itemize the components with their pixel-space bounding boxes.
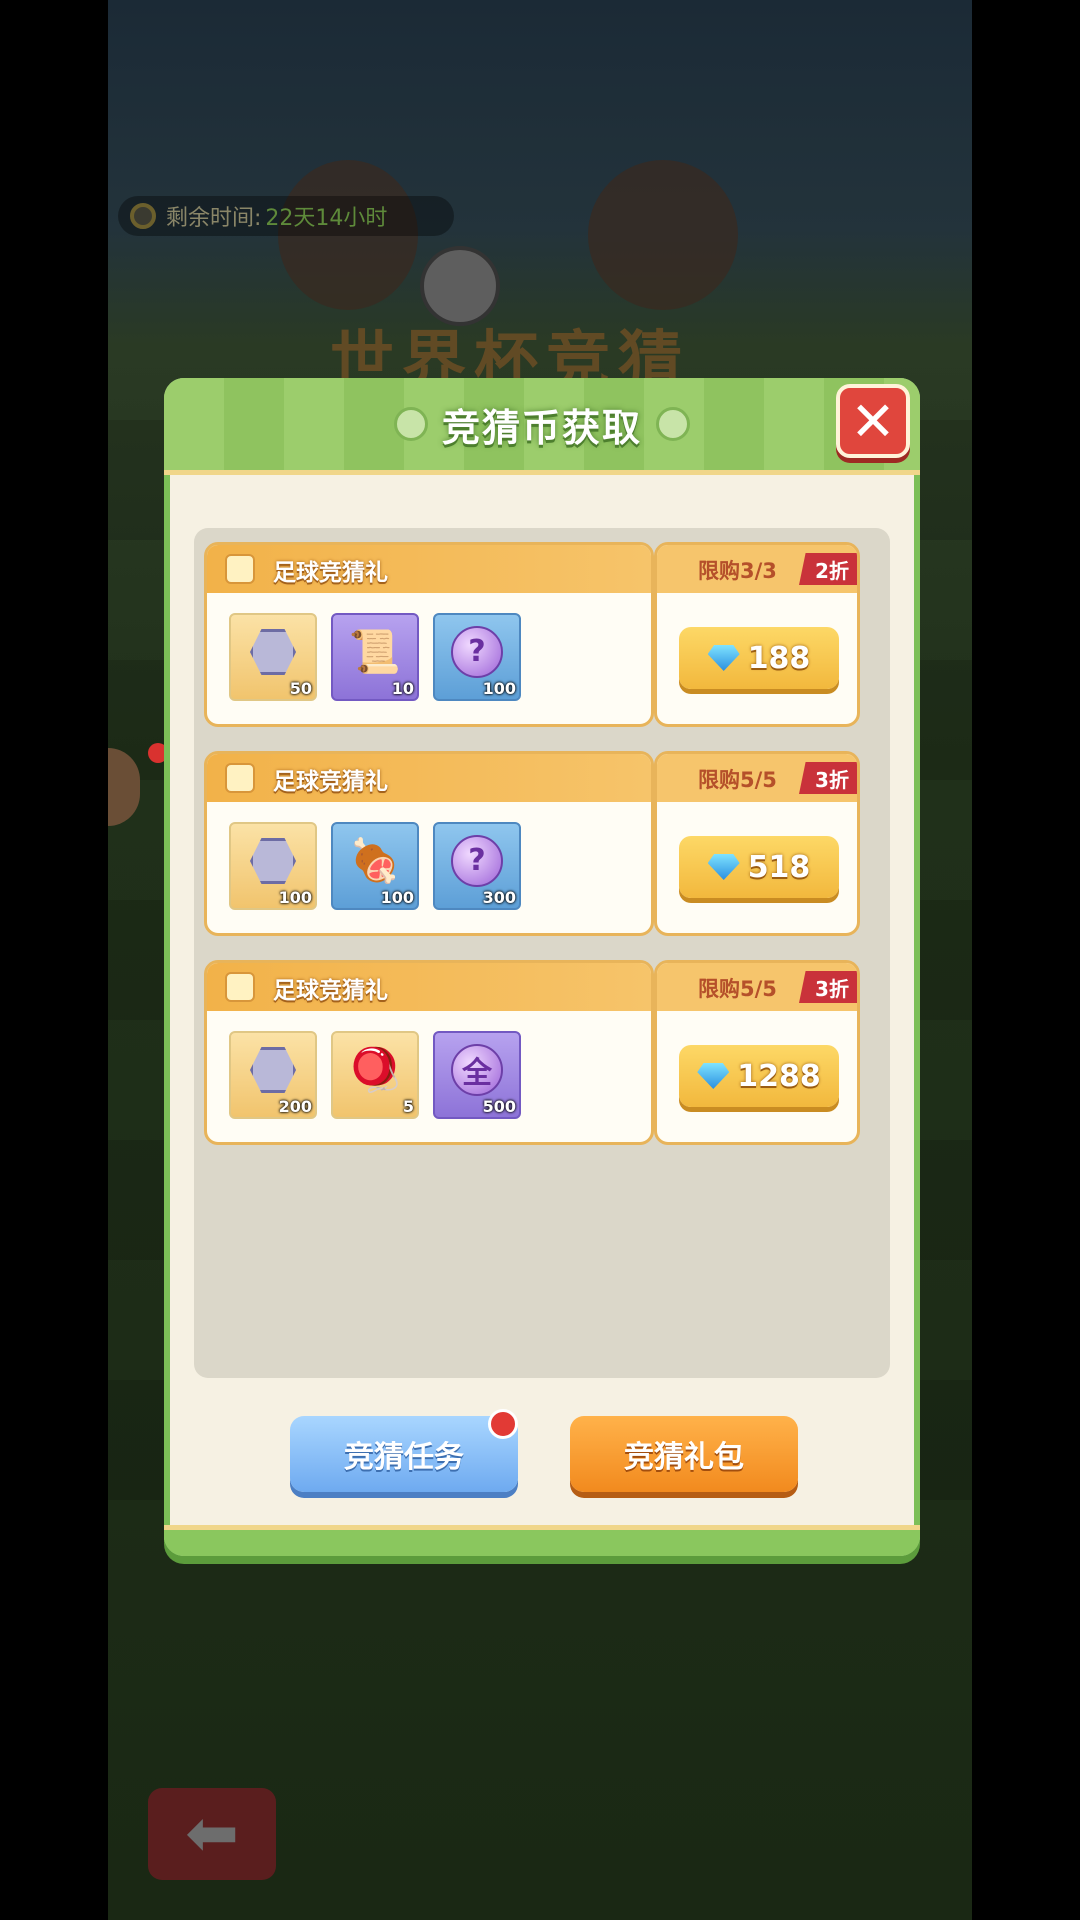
arrow-left-icon: ⬅ [185, 1797, 239, 1871]
buy-button[interactable]: 188 [679, 627, 839, 689]
gift-icon [225, 763, 255, 793]
gift-icon [225, 554, 255, 584]
guess-gift-pack-button[interactable]: 竞猜礼包 [570, 1416, 798, 1492]
discount-badge: 2折 [799, 553, 857, 585]
dialog-title: 竞猜币获取 [441, 405, 642, 450]
close-button[interactable]: ✕ [836, 384, 910, 458]
soccer-ball-icon [393, 407, 428, 441]
purchase-limit: 限购3/3 [698, 559, 777, 583]
pack-purchase: 限购5/5 3折 1288 [654, 960, 860, 1145]
hexagon-coin-icon [250, 837, 296, 884]
dialog-footer [164, 1525, 920, 1556]
item-quantity: 100 [482, 679, 516, 698]
reward-item[interactable]: ? 300 [433, 822, 521, 910]
item-quantity: 100 [278, 888, 312, 907]
close-icon: ✕ [850, 389, 896, 453]
remaining-time: 剩余时间: 22天14小时 [118, 196, 454, 236]
timer-value: 22天14小时 [265, 206, 388, 231]
hexagon-coin-icon [250, 628, 296, 675]
price: 188 [747, 640, 811, 676]
timer-label: 剩余时间: [166, 206, 262, 231]
reward-item[interactable]: 全 500 [433, 1031, 521, 1119]
item-quantity: 100 [380, 888, 414, 907]
all-orb-icon: 全 [451, 1043, 503, 1096]
pack-name: 足球竞猜礼 [273, 769, 388, 795]
mystery-orb-icon: ? [451, 834, 503, 887]
reward-items: 200 🪀 5 全 500 [229, 1031, 521, 1119]
purchase-limit: 限购5/5 [698, 977, 777, 1001]
pack-name: 足球竞猜礼 [273, 978, 388, 1004]
diamond-icon [707, 854, 740, 880]
buy-button[interactable]: 1288 [679, 1045, 839, 1107]
item-quantity: 200 [278, 1097, 312, 1116]
mystery-orb-icon: ? [451, 625, 503, 678]
pack-purchase: 限购3/3 2折 188 [654, 542, 860, 727]
character-right [588, 160, 738, 310]
item-quantity: 5 [402, 1097, 414, 1116]
reward-item[interactable]: 🍖 100 [331, 822, 419, 910]
item-quantity: 300 [482, 888, 516, 907]
soccer-ball-icon [656, 407, 690, 441]
reward-item[interactable]: 200 [229, 1031, 317, 1119]
pack-contents: 足球竞猜礼 100 🍖 100? 300 [204, 751, 654, 936]
pack-card: 足球竞猜礼 50 📜 10? 100 限购3/3 2折 188 [204, 542, 860, 727]
diamond-icon [697, 1063, 730, 1089]
pack-contents: 足球竞猜礼 200 🪀 5 全 500 [204, 960, 654, 1145]
pack-card: 足球竞猜礼 200 🪀 5 全 500 限购5/5 3折 1288 [204, 960, 860, 1145]
meat-icon: 🍖 [348, 835, 402, 885]
clock-icon [130, 203, 156, 229]
pack-card: 足球竞猜礼 100 🍖 100? 300 限购5/5 3折 518 [204, 751, 860, 936]
back-button[interactable]: ⬅ [148, 1788, 276, 1880]
price: 518 [747, 849, 811, 885]
reward-items: 50 📜 10? 100 [229, 613, 521, 701]
reward-item[interactable]: ? 100 [433, 613, 521, 701]
buy-button[interactable]: 518 [679, 836, 839, 898]
diamond-icon [707, 645, 740, 671]
item-quantity: 50 [289, 679, 312, 698]
reward-item[interactable]: 50 [229, 613, 317, 701]
notification-dot [488, 1409, 518, 1439]
purchase-limit: 限购5/5 [698, 768, 777, 792]
pack-contents: 足球竞猜礼 50 📜 10? 100 [204, 542, 654, 727]
hexagon-coin-icon [250, 1046, 296, 1093]
discount-badge: 3折 [799, 762, 857, 794]
gift-icon [225, 972, 255, 1002]
discount-badge: 3折 [799, 971, 857, 1003]
pack-name: 足球竞猜礼 [273, 560, 388, 586]
dialog-header: 竞猜币获取 [164, 378, 920, 475]
pack-list[interactable]: 足球竞猜礼 50 📜 10? 100 限购3/3 2折 188 足球竞猜礼 100 🍖 100? 30… [194, 528, 890, 1378]
reward-item[interactable]: 📜 10 [331, 613, 419, 701]
spinning-top-icon: 🪀 [348, 1044, 402, 1094]
guess-tasks-button[interactable]: 竞猜任务 [290, 1416, 518, 1492]
item-quantity: 500 [482, 1097, 516, 1116]
coin-acquire-dialog: 竞猜币获取 足球竞猜礼 50 📜 10? 100 限购3/3 2折 188 足球竞猜礼 100 🍖… [164, 378, 920, 1556]
reward-item[interactable]: 100 [229, 822, 317, 910]
scroll-ticket-icon: 📜 [348, 626, 402, 676]
reward-items: 100 🍖 100? 300 [229, 822, 521, 910]
pack-purchase: 限购5/5 3折 518 [654, 751, 860, 936]
reward-item[interactable]: 🪀 5 [331, 1031, 419, 1119]
price: 1288 [737, 1058, 821, 1094]
item-quantity: 10 [391, 679, 414, 698]
